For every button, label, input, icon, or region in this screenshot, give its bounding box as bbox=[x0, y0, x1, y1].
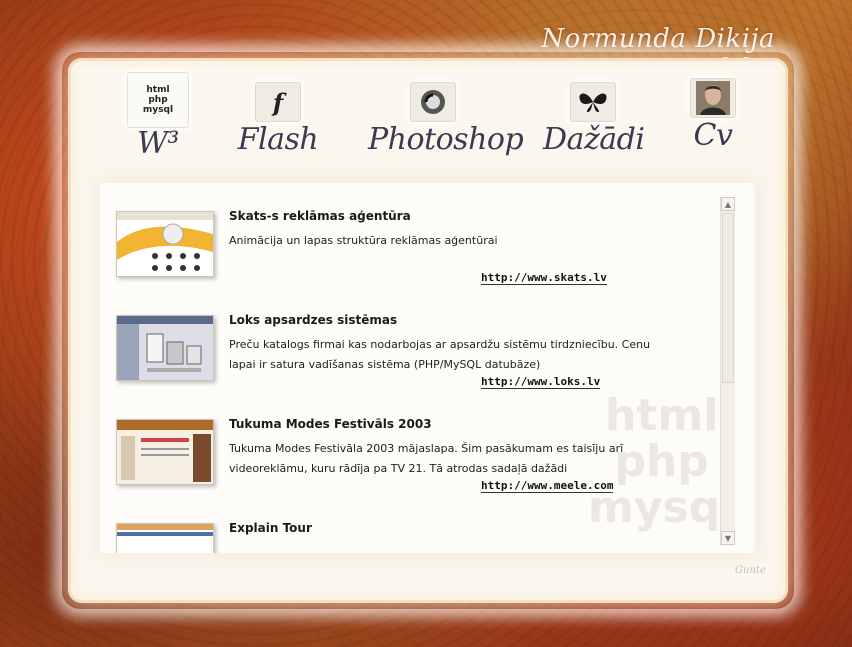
project-title: Skats-s reklāmas aģentūra bbox=[229, 209, 411, 223]
project-link[interactable]: http://www.skats.lv bbox=[481, 271, 607, 285]
project-list-panel[interactable]: html php mysql Skats-s reklāmas aģentūra… bbox=[100, 183, 755, 553]
nav-item-cv[interactable]: Cv bbox=[683, 72, 743, 153]
project-list: Skats-s reklāmas aģentūra Animācija un l… bbox=[114, 207, 714, 553]
project-thumbnail[interactable] bbox=[116, 315, 214, 381]
project-link[interactable]: http://www.meele.com bbox=[481, 479, 614, 493]
nav-item-flash[interactable]: f Flash bbox=[233, 72, 323, 157]
scrollbar[interactable]: ▲ ▼ bbox=[720, 197, 735, 545]
project-title: Explain Tour bbox=[229, 521, 312, 535]
project-item: Loks apsardzes sistēmas Preču katalogs f… bbox=[114, 311, 714, 415]
nav-item-photoshop[interactable]: Photoshop bbox=[368, 72, 524, 157]
project-thumbnail[interactable] bbox=[116, 419, 214, 485]
nav-label-flash: Flash bbox=[237, 122, 319, 157]
project-description: Animācija un lapas struktūra reklāmas aģ… bbox=[229, 234, 498, 247]
nav-item-w3[interactable]: html php mysql W³ bbox=[118, 72, 198, 161]
signature: Gunte bbox=[735, 565, 766, 576]
project-thumbnail[interactable] bbox=[116, 523, 214, 553]
flash-icon: f bbox=[255, 82, 301, 122]
nav-label-photoshop: Photoshop bbox=[368, 122, 524, 157]
nav-label-w3: W³ bbox=[137, 126, 179, 161]
nav-label-dazadi: Dažādi bbox=[543, 122, 645, 157]
project-link[interactable]: http://www.loks.lv bbox=[481, 375, 601, 389]
html-php-mysql-icon: html php mysql bbox=[127, 72, 189, 128]
project-item: Explain Tour bbox=[114, 519, 714, 553]
project-item: Tukuma Modes Festivāls 2003 Tukuma Modes… bbox=[114, 415, 714, 519]
project-title: Loks apsardzes sistēmas bbox=[229, 313, 398, 327]
icon-text-html: html bbox=[146, 85, 170, 95]
portrait-icon bbox=[690, 78, 736, 118]
project-title: Tukuma Modes Festivāls 2003 bbox=[229, 417, 432, 431]
butterfly-icon bbox=[570, 82, 616, 122]
chevron-up-icon[interactable]: ▲ bbox=[721, 197, 735, 211]
project-description: Tukuma Modes Festivāla 2003 mājaslapa. Š… bbox=[229, 442, 624, 475]
nav-item-dazadi[interactable]: Dažādi bbox=[543, 72, 645, 157]
icon-text-mysql: mysql bbox=[142, 105, 174, 115]
nav-label-cv: Cv bbox=[693, 118, 733, 153]
project-thumbnail[interactable] bbox=[116, 211, 214, 277]
project-item: Skats-s reklāmas aģentūra Animācija un l… bbox=[114, 207, 714, 311]
chevron-down-icon[interactable]: ▼ bbox=[721, 531, 735, 545]
scrollbar-thumb[interactable] bbox=[722, 213, 734, 383]
project-description: Preču katalogs firmai kas nodarbojas ar … bbox=[229, 338, 651, 371]
photoshop-icon bbox=[410, 82, 456, 122]
main-navigation: html php mysql W³ f Flash Photoshop Dažā… bbox=[118, 72, 758, 162]
icon-text-php: php bbox=[148, 95, 168, 105]
